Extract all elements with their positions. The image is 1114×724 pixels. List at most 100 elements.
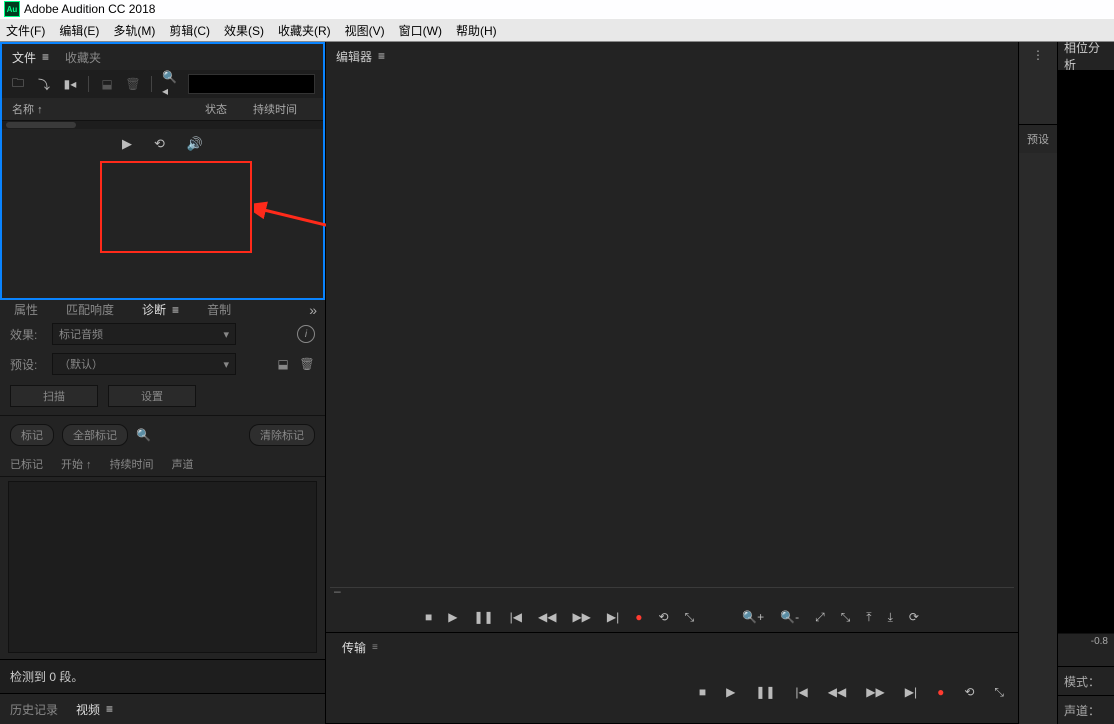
- menu-favorites[interactable]: 收藏夹(R): [278, 22, 331, 39]
- open-folder-icon[interactable]: 🗀: [10, 76, 26, 92]
- files-toolbar: 🗀 ⤵ ▮◂ ⬓ 🗑 🔍◂: [2, 70, 323, 98]
- pause-icon[interactable]: ❚❚: [474, 610, 494, 624]
- col-name[interactable]: 名称 ↑: [12, 101, 205, 117]
- preview-loop-icon[interactable]: ⟲: [154, 136, 165, 152]
- save-icon[interactable]: ⬓: [99, 76, 115, 92]
- editor-header: 编辑器 ≡: [326, 42, 1018, 70]
- fastfwd-icon[interactable]: ▶▶: [866, 685, 884, 699]
- rewind-icon[interactable]: ◀◀: [828, 685, 846, 699]
- menu-clip[interactable]: 剪辑(C): [169, 22, 210, 39]
- menu-multitrack[interactable]: 多轨(M): [113, 22, 155, 39]
- mark-all-button[interactable]: 全部标记: [62, 424, 128, 446]
- col-channel[interactable]: 声道: [172, 456, 194, 472]
- phase-channel-row[interactable]: 声道：: [1058, 695, 1114, 724]
- fastfwd-icon[interactable]: ▶▶: [572, 610, 590, 624]
- tab-properties[interactable]: 属性: [8, 301, 44, 318]
- effect-row: 效果: 标记音频 ▾ i: [0, 319, 325, 349]
- pause-icon[interactable]: ❚❚: [755, 685, 775, 699]
- settings-button[interactable]: 设置: [108, 385, 196, 407]
- menu-view[interactable]: 视图(V): [345, 22, 385, 39]
- phase-scale: -0.8: [1058, 633, 1114, 666]
- new-file-icon[interactable]: ▮◂: [62, 76, 78, 92]
- more-tabs-icon[interactable]: »: [309, 302, 317, 318]
- zoom-out-icon[interactable]: 🔍-: [780, 610, 799, 624]
- strip-spacer: [1019, 68, 1057, 124]
- skip-start-icon[interactable]: |◀: [795, 685, 807, 699]
- skip-end-icon[interactable]: ▶|: [607, 610, 619, 624]
- hamburger-icon[interactable]: ≡: [372, 642, 378, 653]
- files-hscroll[interactable]: [2, 121, 323, 129]
- skip-start-icon[interactable]: |◀: [510, 610, 522, 624]
- skip-selection-icon[interactable]: ⤡: [994, 685, 1004, 700]
- search-icon[interactable]: 🔍: [136, 428, 151, 442]
- save-preset-icon[interactable]: ⬓: [275, 356, 291, 372]
- zoom-out-vert-icon[interactable]: ⤓: [888, 610, 893, 625]
- preview-play-icon[interactable]: ▶: [122, 136, 132, 152]
- tab-favorites[interactable]: 收藏夹: [65, 49, 101, 66]
- col-start[interactable]: 开始 ↑: [61, 456, 92, 472]
- editor-body[interactable]: – ■ ▶ ❚❚ |◀ ◀◀ ▶▶ ▶| ● ⟲ ⤡ 🔍+ 🔍- ⤢ ⤡: [326, 70, 1018, 632]
- clear-marks-button[interactable]: 清除标记: [249, 424, 315, 446]
- loop-icon[interactable]: ⟲: [964, 685, 974, 699]
- tab-files-label: 文件: [12, 49, 36, 66]
- menu-file[interactable]: 文件(F): [6, 22, 45, 39]
- search-input[interactable]: [188, 74, 315, 94]
- tab-loudness[interactable]: 匹配响度: [60, 301, 120, 318]
- import-icon[interactable]: ⤵: [36, 76, 52, 92]
- info-icon[interactable]: i: [297, 325, 315, 343]
- zoom-sel-icon[interactable]: ⤡: [841, 610, 851, 625]
- col-status[interactable]: 状态: [205, 101, 253, 117]
- tab-diagnostics[interactable]: 诊断 ≡: [136, 301, 185, 318]
- files-panel-header: 文件 ≡ 收藏夹: [2, 44, 323, 70]
- scrollbar-thumb[interactable]: [6, 122, 76, 128]
- hamburger-icon[interactable]: ≡: [378, 49, 385, 63]
- effect-value: 标记音频: [59, 326, 103, 342]
- editor-dash: –: [334, 584, 341, 598]
- zoom-in-icon[interactable]: 🔍+: [742, 610, 764, 624]
- zoom-full-icon[interactable]: ⤢: [815, 610, 825, 625]
- tab-history[interactable]: 历史记录: [10, 701, 58, 718]
- tab-files[interactable]: 文件 ≡: [12, 49, 49, 66]
- zoom-reset-icon[interactable]: ⟳: [909, 610, 919, 624]
- hamburger-icon[interactable]: ≡: [42, 50, 49, 64]
- hamburger-icon[interactable]: ≡: [172, 303, 179, 317]
- record-icon[interactable]: ●: [937, 685, 944, 699]
- menu-window[interactable]: 窗口(W): [399, 22, 442, 39]
- tab-video[interactable]: 视频 ≡: [76, 701, 113, 718]
- rewind-icon[interactable]: ◀◀: [538, 610, 556, 624]
- col-marked[interactable]: 已标记: [10, 456, 43, 472]
- menu-help[interactable]: 帮助(H): [456, 22, 497, 39]
- panel-menu-icon[interactable]: ⋮: [1019, 42, 1057, 68]
- tab-sound[interactable]: 音制: [201, 301, 237, 318]
- annotation-box: [100, 161, 252, 253]
- skip-selection-icon[interactable]: ⤡: [685, 610, 695, 625]
- play-icon[interactable]: ▶: [726, 685, 735, 699]
- hamburger-icon[interactable]: ≡: [106, 702, 113, 716]
- col-duration[interactable]: 持续时间: [110, 456, 154, 472]
- loop-icon[interactable]: ⟲: [659, 610, 669, 624]
- col-duration[interactable]: 持续时间: [253, 101, 313, 117]
- preview-autoplay-icon[interactable]: 🔊: [187, 136, 203, 152]
- right-column: 相位分析 -0.8 模式： 声道：: [1058, 42, 1114, 724]
- stop-icon[interactable]: ■: [699, 685, 706, 699]
- files-preview-controls: ▶ ⟲ 🔊: [2, 129, 323, 159]
- record-icon[interactable]: ●: [635, 610, 642, 624]
- menu-effects[interactable]: 效果(S): [224, 22, 264, 39]
- mark-button[interactable]: 标记: [10, 424, 54, 446]
- preset-dock-tab[interactable]: 预设: [1019, 124, 1057, 153]
- scan-button[interactable]: 扫描: [10, 385, 98, 407]
- preset-select[interactable]: （默认） ▾: [52, 353, 236, 375]
- effect-select[interactable]: 标记音频 ▾: [52, 323, 236, 345]
- phase-scope[interactable]: [1058, 70, 1114, 633]
- zoom-in-vert-icon[interactable]: ⤒: [866, 610, 871, 625]
- delete-preset-icon[interactable]: 🗑: [299, 356, 315, 372]
- diag-results-list[interactable]: [8, 481, 317, 653]
- stop-icon[interactable]: ■: [425, 610, 432, 624]
- chevron-down-icon: ▾: [223, 328, 229, 341]
- skip-end-icon[interactable]: ▶|: [905, 685, 917, 699]
- trash-icon[interactable]: 🗑: [125, 76, 141, 92]
- sort-asc-icon: ↑: [37, 104, 43, 116]
- play-icon[interactable]: ▶: [448, 610, 457, 624]
- phase-mode-row[interactable]: 模式：: [1058, 666, 1114, 695]
- menu-edit[interactable]: 编辑(E): [59, 22, 99, 39]
